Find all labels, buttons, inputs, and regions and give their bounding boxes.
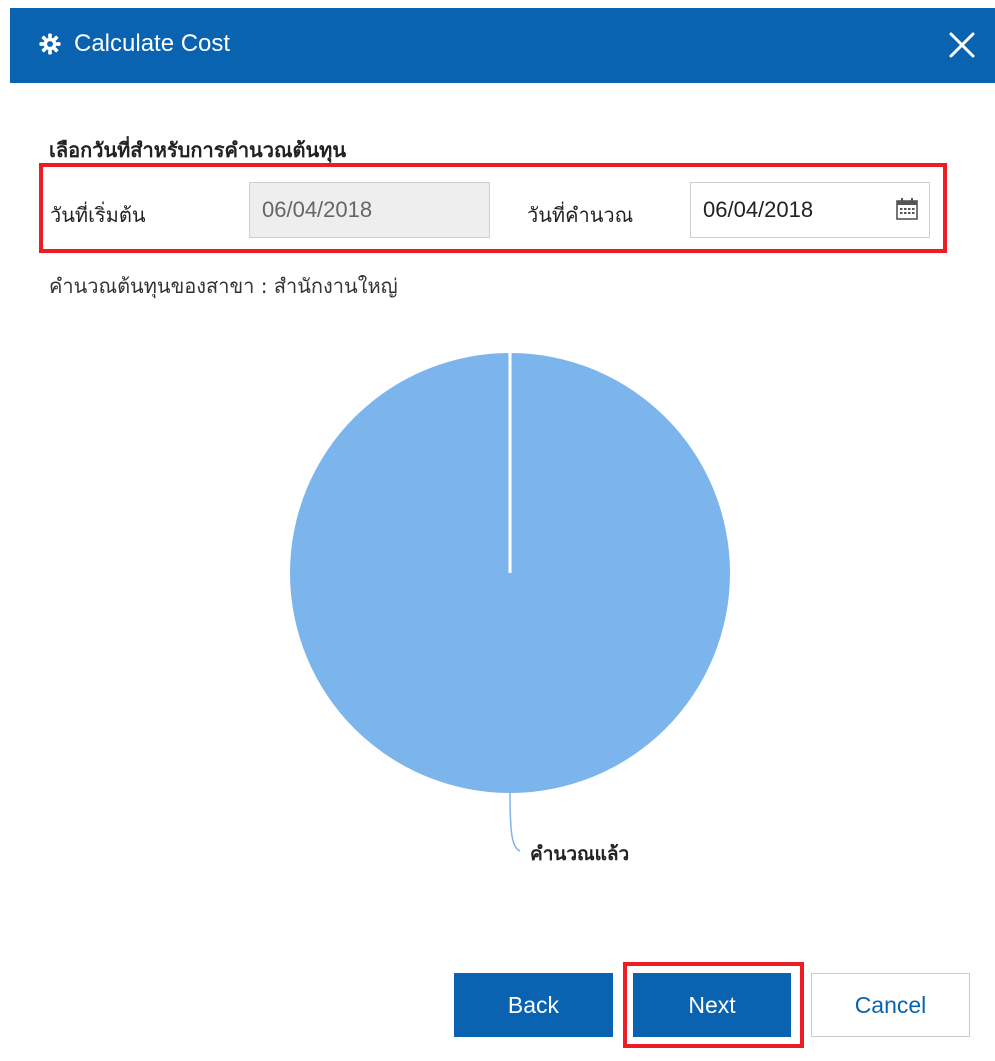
pie-label-connector xyxy=(509,792,521,852)
calculate-cost-dialog: Calculate Cost เลือกวันที่สำหรับการคำนวณ… xyxy=(10,8,995,1061)
gear-icon xyxy=(39,33,61,55)
cost-pie-chart: คำนวณแล้ว xyxy=(290,353,730,865)
pie-slice-label: คำนวณแล้ว xyxy=(530,843,629,865)
date-section-title: เลือกวันที่สำหรับการคำนวณต้นทุน xyxy=(49,138,347,162)
start-date-value: 06/04/2018 xyxy=(262,197,373,222)
dialog-title: Calculate Cost xyxy=(74,30,231,57)
dialog-titlebar: Calculate Cost xyxy=(10,8,995,83)
calc-date-field[interactable]: 06/04/2018 xyxy=(690,182,930,238)
start-date-label: วันที่เริ่มต้น xyxy=(50,203,146,227)
cancel-button[interactable]: Cancel xyxy=(811,973,970,1037)
calc-date-label: วันที่คำนวณ xyxy=(527,203,634,227)
back-button[interactable]: Back xyxy=(454,973,613,1037)
close-icon[interactable] xyxy=(947,30,977,60)
branch-info-text: คำนวณต้นทุนของสาขา : สำนักงานใหญ่ xyxy=(49,274,398,298)
start-date-field: 06/04/2018 xyxy=(249,182,490,238)
calc-date-value: 06/04/2018 xyxy=(703,197,814,222)
calendar-icon[interactable] xyxy=(895,197,919,221)
next-button[interactable]: Next xyxy=(633,973,791,1037)
